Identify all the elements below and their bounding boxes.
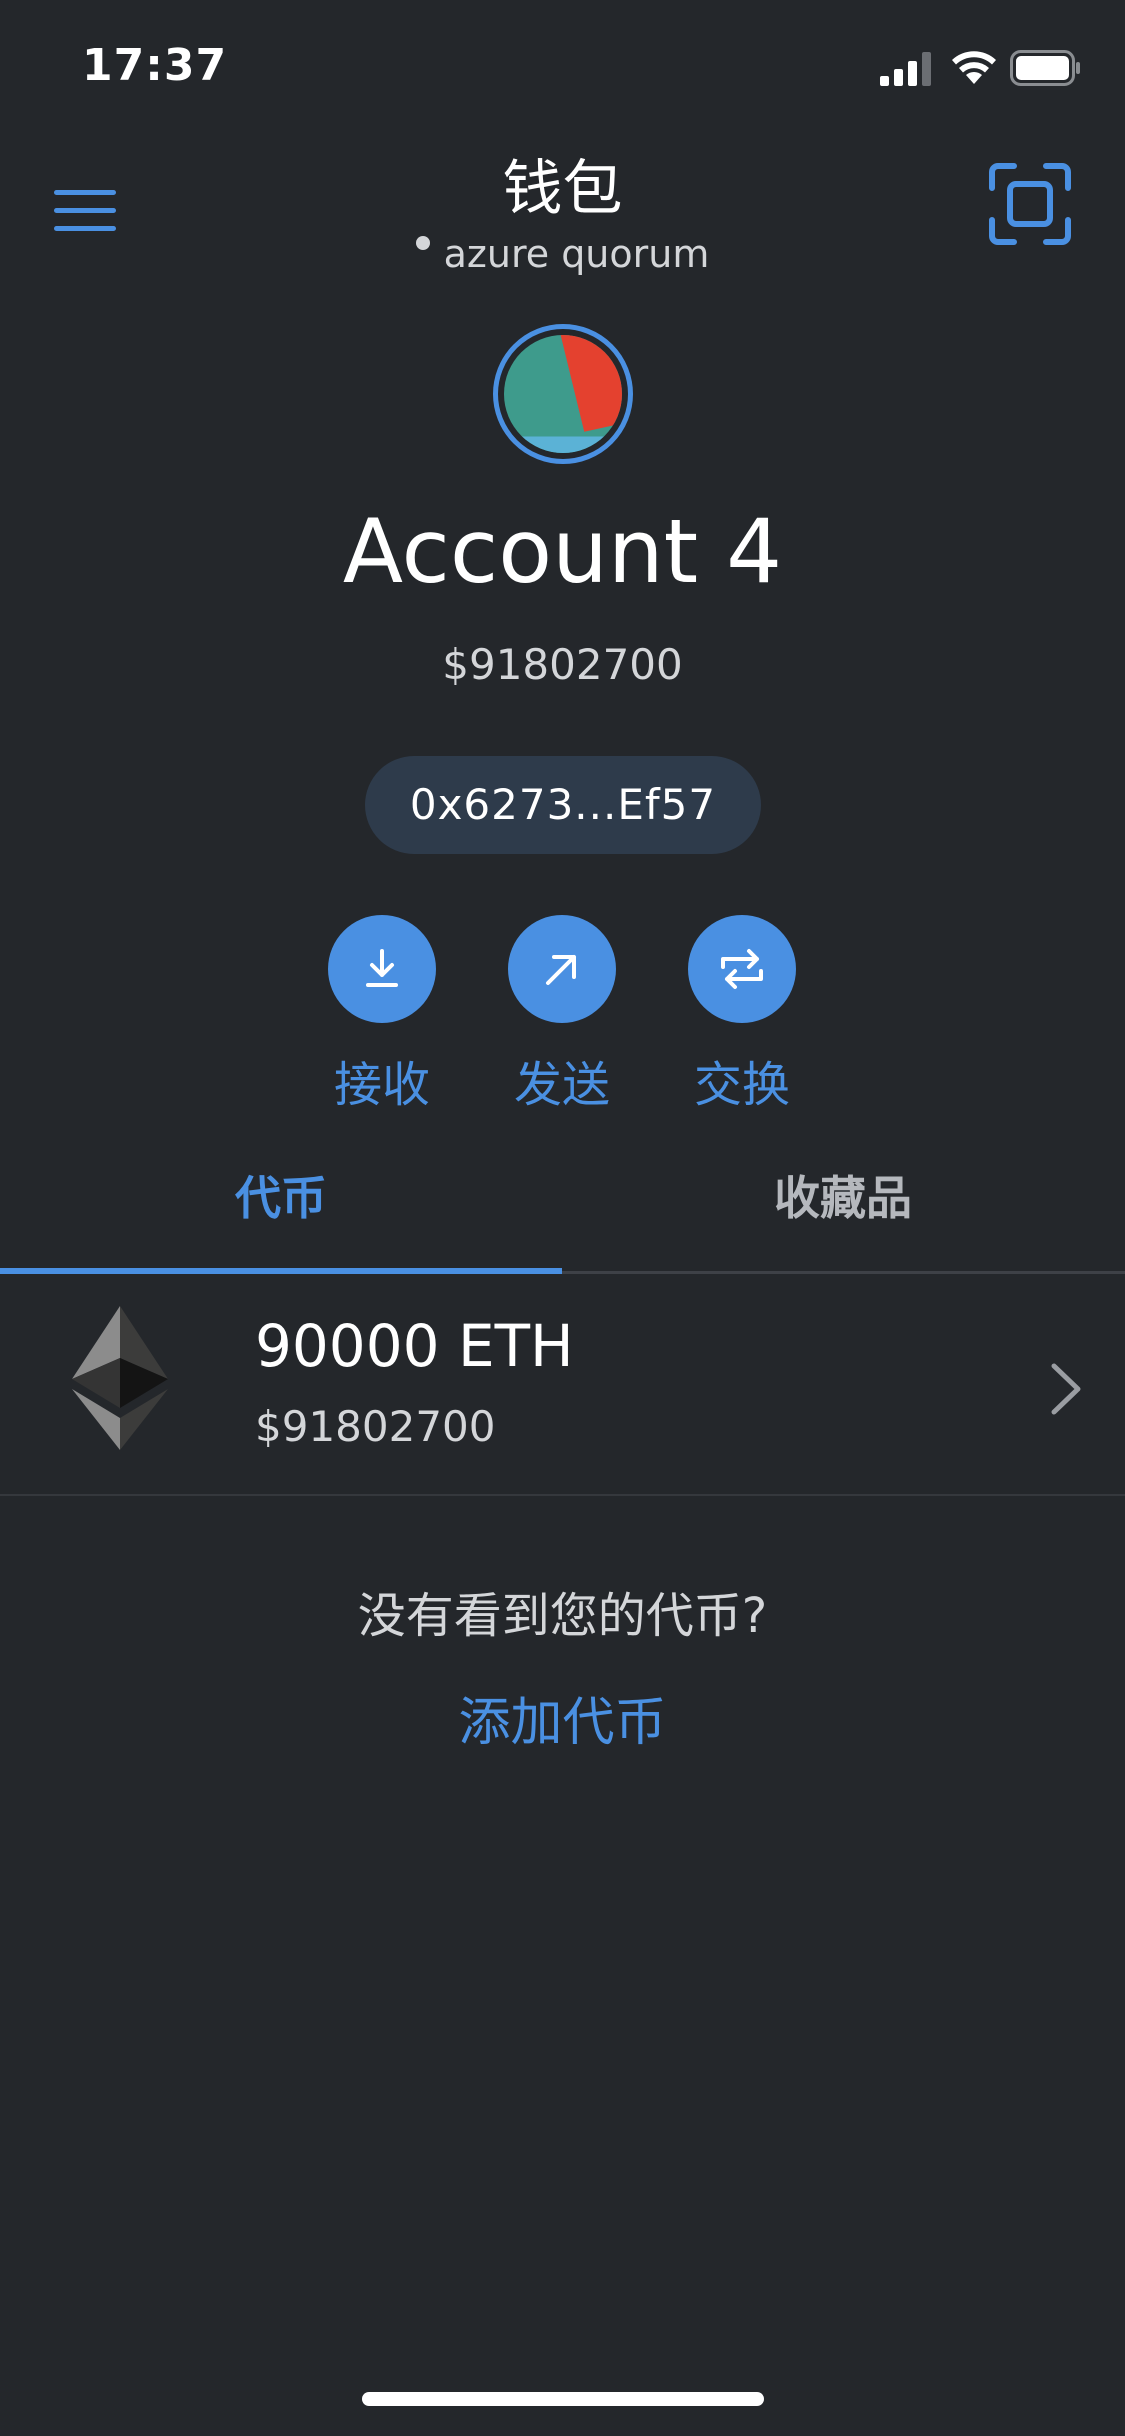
ethereum-icon	[72, 1306, 168, 1450]
tab-tokens[interactable]: 代币	[0, 1150, 562, 1274]
send-circle[interactable]	[508, 915, 616, 1023]
token-amount: 90000 ETH	[255, 1312, 574, 1380]
network-name: azure quorum	[443, 232, 710, 276]
avatar-identicon	[504, 335, 622, 453]
swap-label: 交换	[693, 1057, 790, 1113]
token-row[interactable]: 90000 ETH $91802700	[0, 1274, 1125, 1496]
account-avatar[interactable]	[493, 324, 633, 464]
account-address-pill[interactable]: 0x6273...Ef57	[365, 756, 761, 854]
token-fiat-value: $91802700	[255, 1402, 496, 1451]
wifi-icon	[952, 51, 996, 84]
account-balance: $91802700	[442, 640, 683, 689]
send-label: 发送	[513, 1057, 610, 1113]
swap-circle[interactable]	[688, 915, 796, 1023]
download-icon	[366, 949, 398, 987]
send-button[interactable]: 发送	[497, 915, 627, 1115]
arrow-up-right-icon	[546, 955, 576, 985]
cellular-signal-icon	[880, 52, 931, 86]
receive-circle[interactable]	[328, 915, 436, 1023]
account-name[interactable]: Account 4	[0, 500, 1125, 603]
qr-scan-icon[interactable]	[988, 162, 1072, 246]
network-status-dot	[415, 235, 430, 250]
status-time: 17:37	[82, 40, 228, 91]
chevron-right-icon	[1051, 1363, 1081, 1415]
asset-tabs: 代币 收藏品	[0, 1150, 1125, 1274]
receive-button[interactable]: 接收	[317, 915, 447, 1115]
swap-button[interactable]: 交换	[677, 915, 807, 1115]
tab-collectibles[interactable]: 收藏品	[562, 1150, 1124, 1274]
swap-arrows-icon	[721, 949, 763, 989]
receive-label: 接收	[333, 1057, 430, 1113]
wallet-screen: 17:37 钱包 azure quorum Account 4 $9180270…	[0, 0, 1125, 2436]
home-indicator[interactable]	[362, 2392, 764, 2406]
page-title: 钱包	[502, 154, 623, 224]
network-selector[interactable]: azure quorum	[0, 232, 1125, 276]
status-bar: 17:37	[0, 0, 1125, 140]
add-tokens-link[interactable]: 添加代币	[0, 1680, 1125, 1755]
missing-tokens-message: 没有看到您的代币?	[357, 1588, 768, 1644]
battery-icon	[1010, 50, 1080, 86]
